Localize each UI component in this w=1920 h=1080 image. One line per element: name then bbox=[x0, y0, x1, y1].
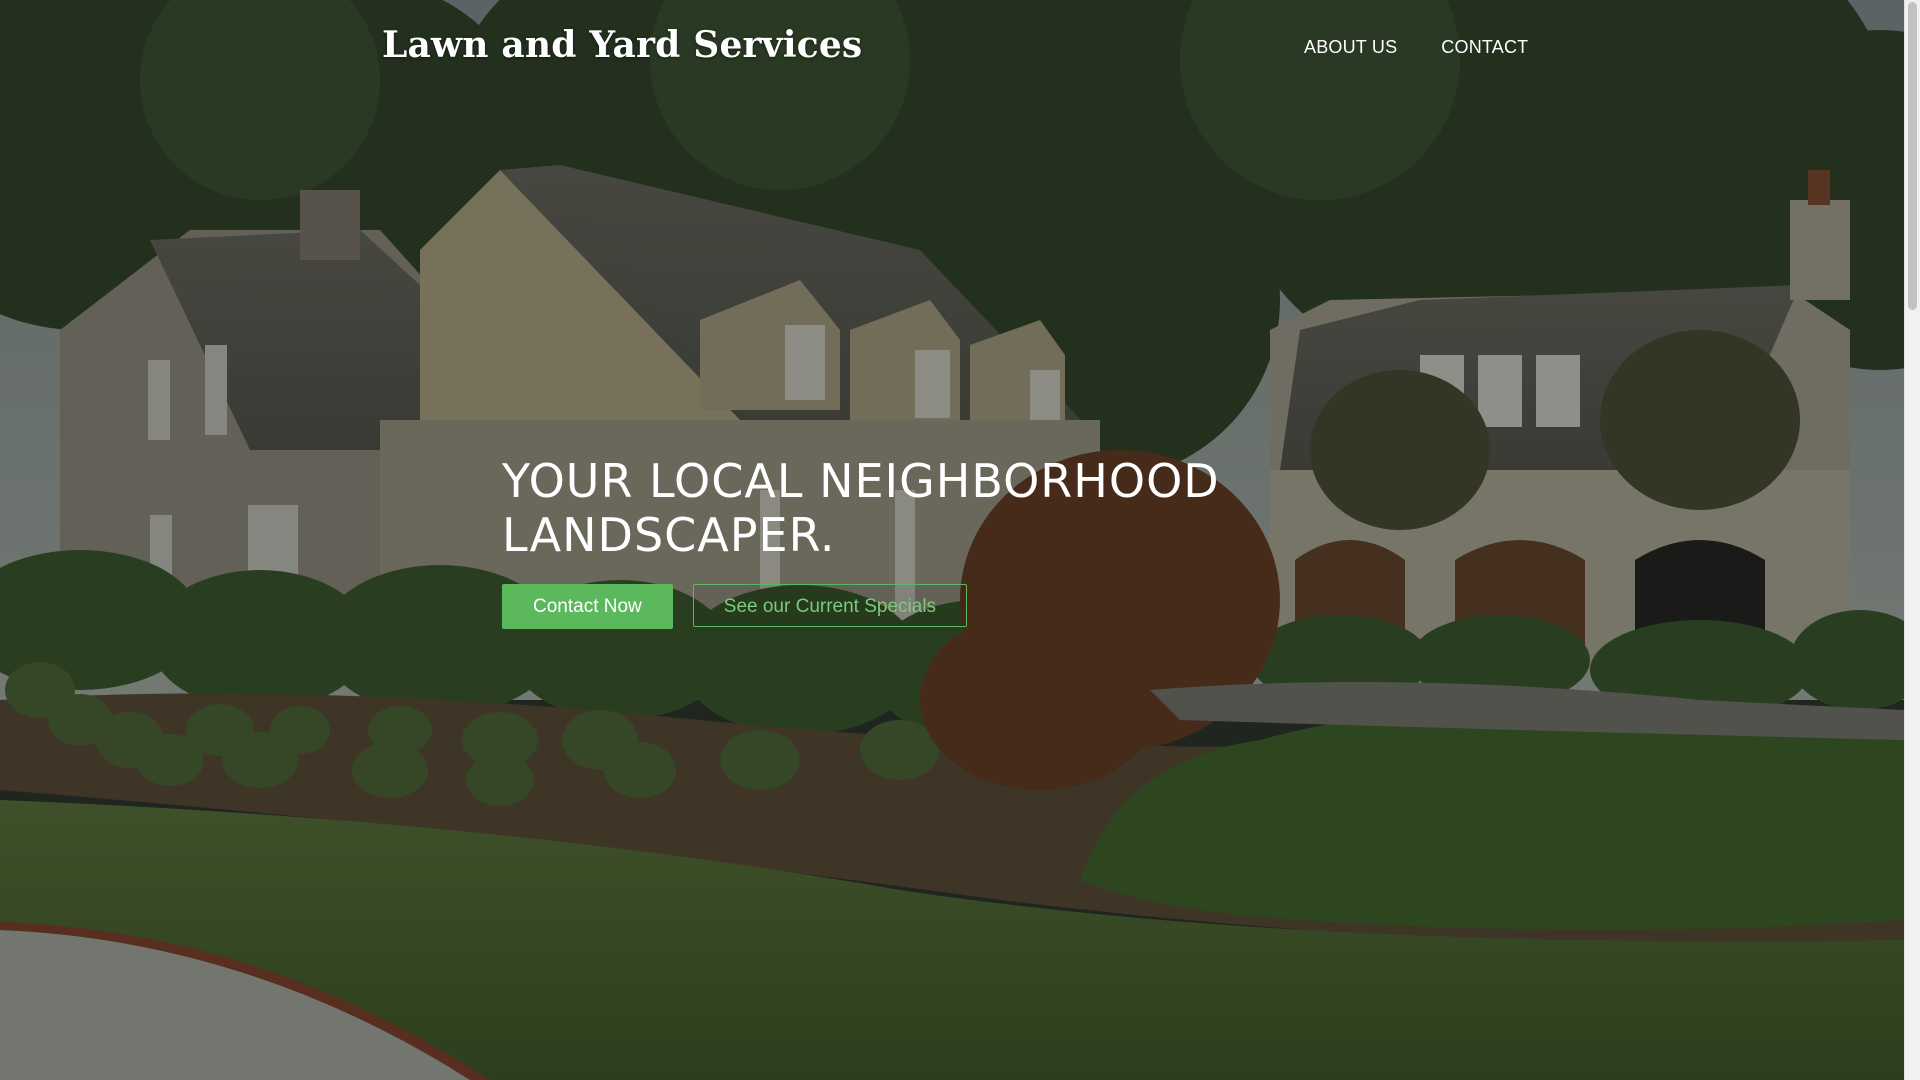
landing-page: Lawn and Yard Services ABOUT US CONTACT … bbox=[0, 0, 1920, 1080]
page-scrollbar[interactable] bbox=[1904, 0, 1920, 1080]
main-nav: ABOUT US CONTACT bbox=[1304, 37, 1528, 58]
site-title[interactable]: Lawn and Yard Services bbox=[382, 24, 862, 66]
hero-content: YOUR LOCAL NEIGHBORHOOD LANDSCAPER. Cont… bbox=[502, 454, 1402, 629]
hero-headline: YOUR LOCAL NEIGHBORHOOD LANDSCAPER. bbox=[502, 454, 1220, 562]
hero-actions: Contact Now See our Current Specials bbox=[502, 584, 1402, 629]
see-current-specials-button[interactable]: See our Current Specials bbox=[692, 584, 968, 627]
contact-now-button[interactable]: Contact Now bbox=[502, 584, 673, 629]
nav-link-about-us[interactable]: ABOUT US bbox=[1304, 37, 1397, 58]
nav-link-contact[interactable]: CONTACT bbox=[1441, 37, 1528, 58]
scrollbar-thumb[interactable] bbox=[1908, 2, 1917, 310]
site-header: Lawn and Yard Services ABOUT US CONTACT bbox=[0, 0, 1904, 96]
